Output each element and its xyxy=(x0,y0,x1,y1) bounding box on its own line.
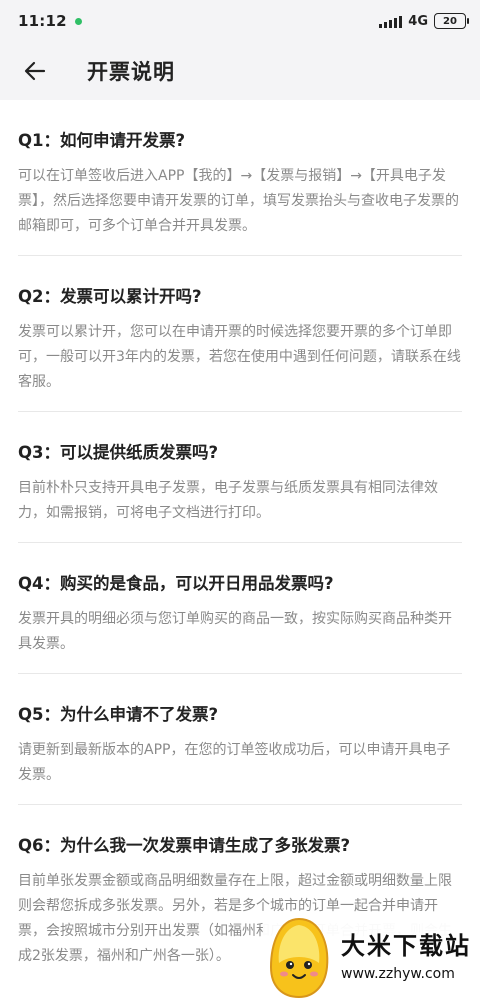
watermark-url: www.zzhyw.com xyxy=(341,966,455,982)
rice-mascot-logo-icon xyxy=(269,917,329,999)
faq-item-q4: Q4：购买的是食品，可以开日用品发票吗? 发票开具的明细必须与您订单购买的商品一… xyxy=(18,543,462,674)
page-title: 开票说明 xyxy=(87,60,175,84)
status-right: 4G 20 xyxy=(379,13,469,29)
faq-answer: 请更新到最新版本的APP，在您的订单签收成功后，可以申请开具电子发票。 xyxy=(18,742,451,783)
network-type: 4G xyxy=(408,13,428,29)
notification-dot-icon xyxy=(74,17,82,25)
arrow-left-icon xyxy=(24,61,46,81)
battery-icon: 20 xyxy=(434,13,469,29)
faq-answer: 可以在订单签收后进入APP【我的】→【发票与报销】→【开具电子发票】，然后选择您… xyxy=(18,168,459,234)
faq-item-q3: Q3：可以提供纸质发票吗? 目前朴朴只支持开具电子发票，电子发票与纸质发票具有相… xyxy=(18,412,462,543)
faq-question: Q5：为什么申请不了发票? xyxy=(18,705,219,724)
signal-icon xyxy=(379,15,403,28)
status-time: 11:12 xyxy=(18,12,67,30)
faq-question: Q6：为什么我一次发票申请生成了多张发票? xyxy=(18,836,351,855)
watermark-name: 大米下载站 xyxy=(341,932,471,960)
faq-item-q2: Q2：发票可以累计开吗? 发票可以累计开，您可以在申请开票的时候选择您要开票的多… xyxy=(18,256,462,412)
faq-question: Q3：可以提供纸质发票吗? xyxy=(18,443,219,462)
faq-item-q5: Q5：为什么申请不了发票? 请更新到最新版本的APP，在您的订单签收成功后，可以… xyxy=(18,674,462,805)
faq-question: Q4：购买的是食品，可以开日用品发票吗? xyxy=(18,574,334,593)
app-header: 开票说明 xyxy=(0,42,480,100)
faq-answer: 目前朴朴只支持开具电子发票，电子发票与纸质发票具有相同法律效力，如需报销，可将电… xyxy=(18,480,438,521)
watermark: 大米下载站 www.zzhyw.com xyxy=(263,915,480,999)
faq-question: Q2：发票可以累计开吗? xyxy=(18,287,202,306)
faq-answer: 发票开具的明细必须与您订单购买的商品一致，按实际购买商品种类开具发票。 xyxy=(18,611,452,652)
status-left: 11:12 xyxy=(18,12,82,30)
battery-level: 20 xyxy=(443,15,457,27)
faq-item-q1: Q1：如何申请开发票? 可以在订单签收后进入APP【我的】→【发票与报销】→【开… xyxy=(18,100,462,256)
status-bar: 11:12 4G 20 xyxy=(0,0,480,42)
watermark-text: 大米下载站 www.zzhyw.com xyxy=(341,931,471,983)
faq-question: Q1：如何申请开发票? xyxy=(18,131,186,150)
faq-list: Q1：如何申请开发票? 可以在订单签收后进入APP【我的】→【发票与报销】→【开… xyxy=(0,100,480,985)
back-button[interactable] xyxy=(18,54,52,88)
faq-answer: 发票可以累计开，您可以在申请开票的时候选择您要开票的多个订单即可，一般可以开3年… xyxy=(18,324,461,390)
